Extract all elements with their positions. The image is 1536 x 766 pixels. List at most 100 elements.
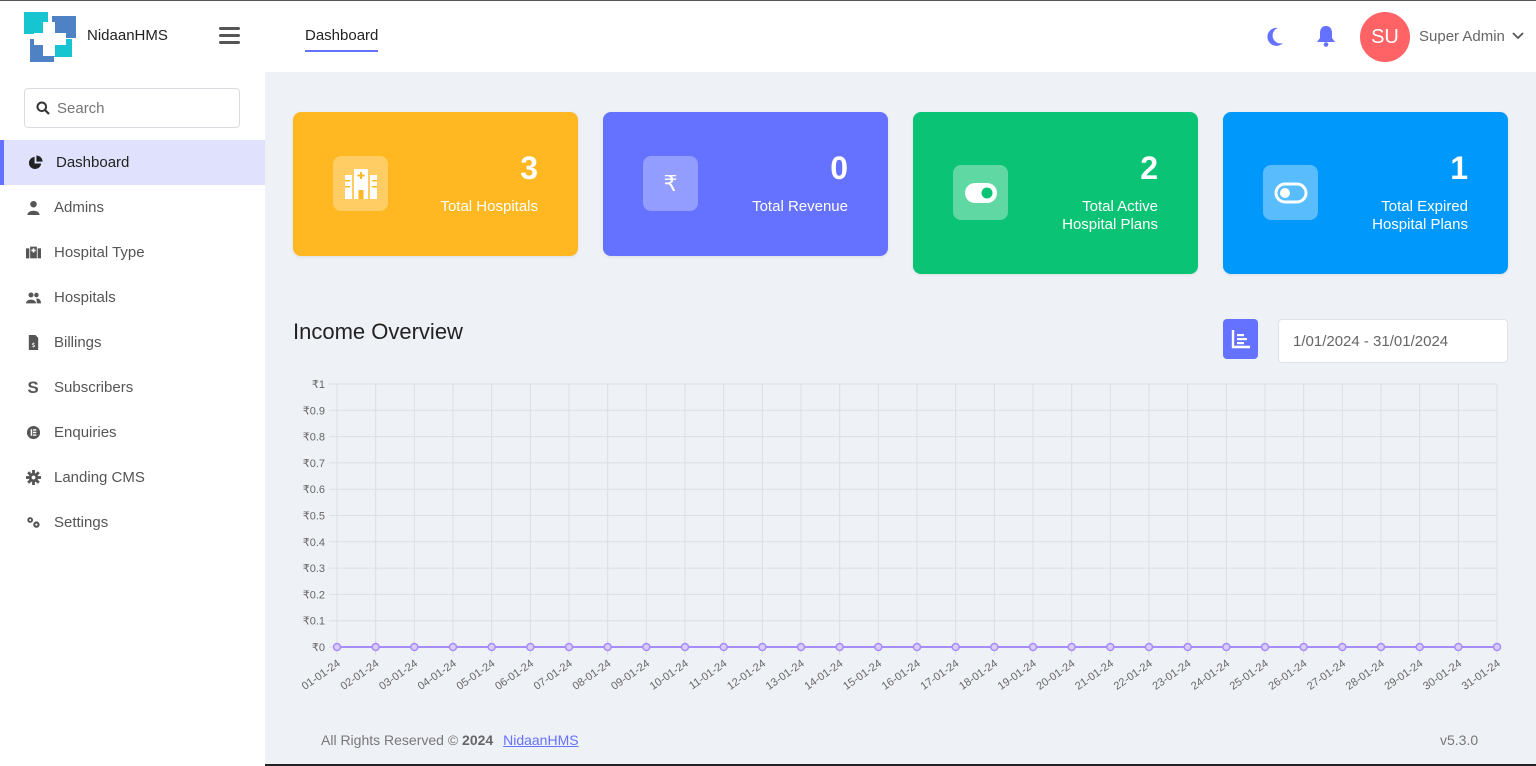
tab-dashboard[interactable]: Dashboard [305, 27, 379, 52]
sidebar-item-subscribers[interactable]: S Subscribers [0, 365, 265, 410]
data-point [758, 642, 767, 652]
sidebar-item-hospitals[interactable]: Hospitals [0, 275, 265, 320]
x-tick-label: 13-01-24 [764, 658, 807, 693]
y-tick-label: ₹1 [312, 379, 325, 391]
footer-link[interactable]: NidaanHMS [503, 732, 578, 748]
stat-label: Total Active Hospital Plans [1062, 198, 1158, 234]
data-point [835, 642, 844, 652]
stat-label: Total Expired Hospital Plans [1372, 198, 1468, 234]
data-point [1415, 642, 1424, 652]
sidebar-item-hospital-type[interactable]: Hospital Type [0, 230, 265, 275]
stat-card-total-hospitals[interactable]: 3 Total Hospitals [293, 112, 578, 256]
data-point [332, 642, 342, 652]
bell-icon[interactable] [1316, 25, 1336, 47]
sidebar-item-enquiries[interactable]: Enquiries [0, 410, 265, 455]
x-tick-label: 29-01-24 [1382, 658, 1425, 693]
y-tick-label: ₹0.3 [303, 563, 325, 575]
stat-card-expired-plans[interactable]: 1 Total Expired Hospital Plans [1223, 112, 1508, 274]
search-box[interactable] [24, 88, 240, 128]
data-point [719, 642, 728, 652]
y-tick-label: ₹0.5 [303, 511, 325, 523]
x-tick-label: 28-01-24 [1344, 658, 1387, 693]
data-point [371, 642, 380, 652]
x-tick-label: 12-01-24 [725, 658, 768, 693]
stat-card-total-revenue[interactable]: ₹ 0 Total Revenue [603, 112, 888, 256]
sidebar-item-label: Hospital Type [54, 244, 145, 261]
x-tick-label: 21-01-24 [1073, 658, 1116, 693]
data-point [1067, 642, 1076, 652]
x-tick-label: 22-01-24 [1112, 658, 1155, 693]
x-tick-label: 24-01-24 [1189, 658, 1232, 693]
stat-label-line: Total Expired [1381, 198, 1468, 215]
data-point [796, 642, 806, 652]
sidebar-item-label: Billings [54, 334, 102, 351]
y-tick-label: ₹0.2 [303, 589, 325, 601]
chevron-down-icon[interactable] [1512, 32, 1524, 40]
hospital-type-icon [24, 245, 42, 261]
avatar[interactable]: SU [1360, 12, 1410, 62]
data-point [642, 642, 651, 652]
x-tick-label: 18-01-24 [957, 658, 1000, 693]
x-tick-label: 05-01-24 [454, 658, 497, 693]
y-tick-label: ₹0.9 [303, 405, 325, 417]
x-tick-label: 07-01-24 [532, 658, 575, 693]
x-tick-label: 02-01-24 [338, 658, 381, 693]
toggle-on-icon [953, 165, 1008, 220]
user-icon [24, 200, 42, 216]
x-tick-label: 16-01-24 [880, 658, 923, 693]
stat-label-line: Total Active [1082, 198, 1158, 215]
stat-card-active-plans[interactable]: 2 Total Active Hospital Plans [913, 112, 1198, 274]
stat-label: Total Hospitals [440, 198, 538, 215]
sidebar: Dashboard Admins Hospital Type Hospitals… [0, 72, 265, 766]
sidebar-item-settings[interactable]: Settings [0, 500, 265, 545]
y-tick-label: ₹0.8 [303, 432, 325, 444]
hamburger-line [219, 34, 240, 37]
date-range-input[interactable] [1278, 319, 1508, 363]
logo-icon [24, 12, 76, 62]
user-name[interactable]: Super Admin [1419, 28, 1505, 45]
sidebar-item-label: Admins [54, 199, 105, 216]
x-tick-label: 10-01-24 [648, 658, 691, 693]
enquiry-icon [24, 425, 42, 441]
x-tick-label: 03-01-24 [377, 658, 420, 693]
sidebar-item-dashboard[interactable]: Dashboard [0, 140, 265, 185]
data-point [1299, 642, 1308, 652]
s-icon: S [27, 377, 39, 397]
x-tick-label: 11-01-24 [687, 658, 729, 693]
x-tick-label: 26-01-24 [1266, 658, 1309, 693]
search-icon [36, 101, 50, 115]
svg-text:$: $ [31, 341, 35, 349]
footer-text: All Rights Reserved © [321, 732, 459, 748]
x-tick-label: 01-01-24 [300, 658, 343, 693]
sidebar-nav: Dashboard Admins Hospital Type Hospitals… [0, 140, 265, 545]
data-point [1376, 642, 1386, 652]
data-point [603, 642, 612, 652]
data-point [951, 642, 960, 652]
x-tick-label: 17-01-24 [918, 658, 961, 693]
gears-icon [24, 515, 42, 531]
stat-label-line: Hospital Plans [1062, 216, 1158, 233]
data-point [526, 642, 535, 652]
sidebar-item-landing-cms[interactable]: Landing CMS [0, 455, 265, 500]
users-icon [24, 290, 42, 306]
data-point [410, 642, 419, 652]
hospital-icon [333, 156, 388, 211]
income-chart: ₹1 ₹0.9 ₹0.8 ₹0.7 ₹0.6 ₹0.5 ₹0.4 ₹0.3 ₹0.2 ₹0.1 ₹0… [300, 379, 1503, 693]
gear-icon [24, 470, 42, 486]
y-tick-label: ₹0.4 [303, 537, 325, 549]
data-point [1144, 642, 1154, 652]
sidebar-item-admins[interactable]: Admins [0, 185, 265, 230]
sidebar-item-label: Subscribers [54, 379, 134, 396]
search-input[interactable] [57, 99, 227, 117]
sidebar-item-billings[interactable]: $ Billings [0, 320, 265, 365]
brand-name: NidaanHMS [87, 27, 168, 44]
sidebar-item-label: Enquiries [54, 424, 117, 441]
chart-type-button[interactable] [1223, 319, 1258, 359]
x-tick-label: 27-01-24 [1305, 658, 1348, 693]
invoice-icon: $ [24, 335, 42, 351]
moon-icon[interactable] [1266, 27, 1284, 47]
menu-toggle-button[interactable] [219, 27, 240, 45]
data-point [1183, 642, 1192, 652]
y-tick-label: ₹0.6 [303, 484, 325, 496]
data-point [1492, 642, 1502, 652]
